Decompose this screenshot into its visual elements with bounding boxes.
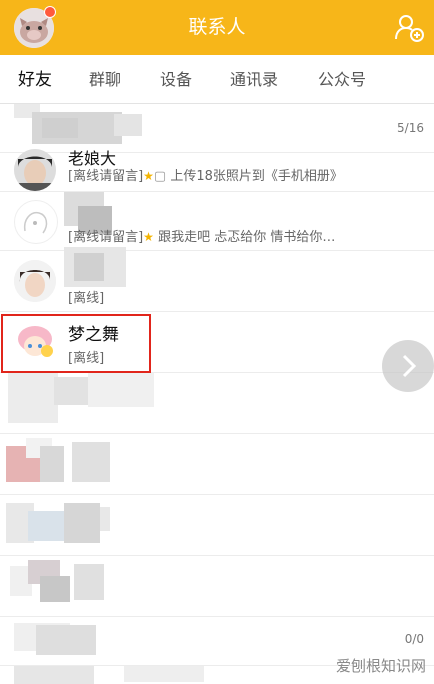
contact-status: [离线请留言] bbox=[68, 230, 144, 245]
group-count: 0/0 bbox=[404, 632, 424, 646]
group-header[interactable]: 5/16 bbox=[0, 104, 434, 153]
contact-avatar bbox=[14, 260, 56, 302]
contact-note: 跟我走吧 忐忑给你 情书给你… bbox=[158, 230, 336, 245]
highlight-box bbox=[1, 314, 151, 373]
contact-status: [离线] bbox=[68, 291, 105, 306]
contact-status-line: [离线请留言]★▢ 上传18张照片到《手机相册》 bbox=[68, 165, 343, 184]
header-bar: 联系人 bbox=[0, 0, 434, 55]
contact-row[interactable]: [离线] bbox=[0, 247, 434, 312]
contact-note: 上传18张照片到《手机相册》 bbox=[170, 169, 343, 184]
tab-public-accounts[interactable]: 公众号 bbox=[318, 55, 366, 103]
tab-devices[interactable]: 设备 bbox=[160, 55, 192, 103]
star-icon: ★ bbox=[143, 230, 154, 244]
contact-avatar bbox=[14, 149, 56, 191]
page-title: 联系人 bbox=[188, 16, 246, 38]
tab-bar: 好友 群聊 设备 通讯录 公众号 bbox=[0, 55, 434, 104]
tab-address-book[interactable]: 通讯录 bbox=[230, 55, 278, 103]
contact-status: [离线请留言] bbox=[68, 169, 144, 184]
star-icon: ★ bbox=[143, 169, 154, 183]
contact-row[interactable] bbox=[0, 373, 434, 434]
group-count: 5/16 bbox=[397, 121, 424, 135]
add-contact-icon[interactable] bbox=[394, 13, 424, 43]
tab-friends[interactable]: 好友 bbox=[18, 55, 52, 103]
watermark: 爱刨根知识网 bbox=[335, 657, 426, 675]
contact-avatar bbox=[14, 200, 58, 244]
photo-icon: ▢ bbox=[153, 169, 167, 184]
contact-row[interactable]: 老娘大 [离线请留言]★▢ 上传18张照片到《手机相册》 bbox=[0, 149, 434, 192]
tab-groups[interactable]: 群聊 bbox=[89, 55, 121, 103]
contact-status-line: [离线请留言]★ 跟我走吧 忐忑给你 情书给你… bbox=[68, 226, 335, 245]
contact-row[interactable] bbox=[0, 495, 434, 556]
contact-row[interactable] bbox=[0, 434, 434, 495]
contact-row[interactable] bbox=[0, 556, 434, 617]
contact-row[interactable]: [离线请留言]★ 跟我走吧 忐忑给你 情书给你… bbox=[0, 192, 434, 251]
